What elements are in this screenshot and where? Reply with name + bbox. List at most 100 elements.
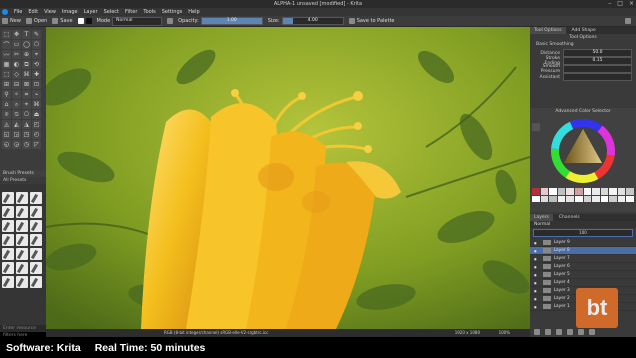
brush-preset-17[interactable]	[16, 262, 28, 274]
menu-edit[interactable]: Edit	[28, 9, 38, 15]
color-swatch-5[interactable]	[566, 188, 574, 195]
layer-row[interactable]: ● Layer 7	[530, 255, 636, 263]
tab-layers[interactable]: Layers	[530, 214, 553, 221]
tool-48-icon[interactable]: ◸	[32, 140, 41, 149]
brush-preset-1[interactable]	[2, 192, 14, 204]
menu-select[interactable]: Select	[104, 9, 119, 15]
tool-15-icon[interactable]: ⧉	[22, 60, 31, 69]
visibility-icon[interactable]: ●	[534, 265, 537, 269]
canvas[interactable]	[46, 27, 530, 329]
tool-34-icon[interactable]: ⍉	[12, 110, 21, 119]
menu-image[interactable]: Image	[62, 9, 78, 15]
tool-21-icon[interactable]: ⊞	[2, 80, 11, 89]
zoom-level[interactable]: 100%	[499, 330, 510, 335]
brush-preset-21[interactable]	[30, 276, 42, 288]
new-button[interactable]: New	[2, 18, 21, 24]
tool-45-icon[interactable]: ◵	[2, 140, 11, 149]
maximize-icon[interactable]: □	[617, 0, 623, 8]
tool-46-icon[interactable]: ◶	[12, 140, 21, 149]
brush-preset-9[interactable]	[30, 220, 42, 232]
visibility-icon[interactable]: ●	[534, 289, 537, 293]
color-swatch-10[interactable]	[609, 188, 617, 195]
visibility-icon[interactable]: ●	[534, 297, 537, 301]
tab-add-shape[interactable]: Add Shape	[568, 27, 600, 34]
distance-field[interactable]: 50.0	[563, 49, 632, 57]
tool-12-icon[interactable]: ⌖	[32, 50, 41, 59]
color-swatch-9[interactable]	[600, 188, 609, 195]
tool-36-icon[interactable]: ⏏	[32, 110, 41, 119]
brush-preset-20[interactable]	[16, 276, 28, 288]
brush-preset-15[interactable]	[30, 248, 42, 260]
tool-30-icon[interactable]: ⌕	[12, 100, 21, 109]
tool-41-icon[interactable]: ◱	[2, 130, 11, 139]
tool-32-icon[interactable]: ⌘	[32, 100, 41, 109]
tab-tool-options[interactable]: Tool Options	[530, 27, 566, 34]
tool-35-icon[interactable]: ⎔	[22, 110, 31, 119]
blend-mode-select[interactable]: Normal	[112, 16, 163, 26]
visibility-icon[interactable]: ●	[534, 257, 537, 261]
color-swatch-4[interactable]	[557, 188, 566, 195]
menu-file[interactable]: File	[14, 9, 22, 15]
tool-23-icon[interactable]: ⊠	[22, 80, 31, 89]
tool-9-icon[interactable]: 〰	[2, 50, 11, 59]
opacity-slider[interactable]: 1.00	[200, 17, 263, 25]
brush-preset-8[interactable]	[16, 220, 28, 232]
tool-43-icon[interactable]: ◳	[22, 130, 31, 139]
tool-18-icon[interactable]: ◇	[12, 70, 21, 79]
menu-tools[interactable]: Tools	[143, 9, 155, 15]
color-swatch-3[interactable]	[549, 188, 557, 195]
color-wheel[interactable]	[530, 115, 636, 185]
layer-row[interactable]: ● Layer 6	[530, 263, 636, 271]
tool-11-icon[interactable]: ⊕	[22, 50, 31, 59]
color-swatch-7[interactable]	[583, 188, 592, 195]
tool-29-icon[interactable]: ⌂	[2, 100, 11, 109]
tool-20-icon[interactable]: ✚	[32, 70, 41, 79]
tool-19-icon[interactable]: ⌘	[22, 70, 31, 79]
tool-39-icon[interactable]: ◮	[22, 120, 31, 129]
smooth-pressure-checkbox[interactable]	[563, 65, 632, 73]
add-layer-icon[interactable]	[534, 329, 540, 335]
tool-37-icon[interactable]: ◬	[2, 120, 11, 129]
menu-settings[interactable]: Settings	[162, 9, 183, 15]
color-swatch[interactable]	[77, 18, 92, 24]
brush-preset-16[interactable]	[2, 262, 14, 274]
color-swatch-19[interactable]	[583, 195, 592, 202]
color-swatch-1[interactable]	[532, 188, 540, 195]
open-button[interactable]: Open	[25, 18, 47, 24]
brush-preset-12[interactable]	[30, 234, 42, 246]
assistant-checkbox[interactable]	[563, 73, 632, 81]
menu-layer[interactable]: Layer	[84, 9, 98, 15]
brush-preset-18[interactable]	[30, 262, 42, 274]
layer-row[interactable]: ● Layer 4	[530, 279, 636, 287]
tool-6-icon[interactable]: ▭	[12, 40, 21, 49]
brush-preset-4[interactable]	[2, 206, 14, 218]
color-swatch-2[interactable]	[540, 188, 549, 195]
tab-channels[interactable]: Channels	[555, 214, 584, 221]
color-swatch-22[interactable]	[609, 195, 617, 202]
brush-preset-7[interactable]	[2, 220, 14, 232]
workspace-button[interactable]	[625, 18, 631, 24]
color-swatch-15[interactable]	[549, 195, 557, 202]
preset-search-input[interactable]: Enter resource filters here	[0, 325, 46, 338]
stroke-ending-field[interactable]: 0.15	[563, 57, 632, 65]
visibility-icon[interactable]: ●	[534, 249, 537, 253]
tool-16-icon[interactable]: ⟲	[32, 60, 41, 69]
erase-toggle[interactable]	[167, 18, 174, 24]
brush-preset-14[interactable]	[16, 248, 28, 260]
tool-14-icon[interactable]: ◐	[12, 60, 21, 69]
layer-row[interactable]: ● Layer 9	[530, 239, 636, 247]
tool-5-icon[interactable]: ⌒	[2, 40, 11, 49]
color-swatch-8[interactable]	[592, 188, 600, 195]
duplicate-layer-icon[interactable]	[545, 329, 551, 335]
tool-2-icon[interactable]: ✥	[12, 30, 21, 39]
brush-preset-6[interactable]	[30, 206, 42, 218]
size-slider[interactable]: 4.00	[281, 17, 344, 25]
tool-31-icon[interactable]: ⌖	[22, 100, 31, 109]
menu-filter[interactable]: Filter	[125, 9, 137, 15]
brush-preset-10[interactable]	[2, 234, 14, 246]
tool-26-icon[interactable]: ⚬	[12, 90, 21, 99]
minimize-icon[interactable]: –	[608, 0, 611, 8]
eyedropper-icon[interactable]	[532, 123, 540, 131]
color-swatch-17[interactable]	[566, 195, 574, 202]
color-swatch-13[interactable]	[532, 195, 540, 202]
